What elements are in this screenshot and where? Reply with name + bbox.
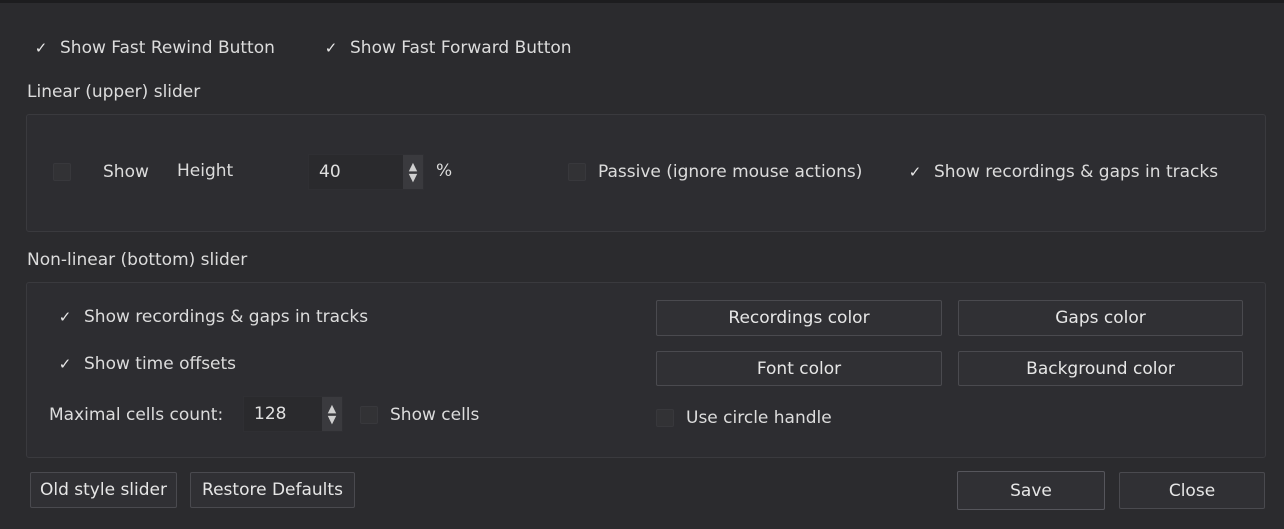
show-time-offsets-label: Show time offsets (84, 354, 237, 374)
restore-defaults-button[interactable]: Restore Defaults (190, 472, 355, 508)
spin-down-icon[interactable]: ▼ (328, 414, 336, 425)
max-cells-label: Maximal cells count: (49, 405, 224, 425)
linear-show-option[interactable]: Show (53, 160, 149, 184)
spin-down-icon[interactable]: ▼ (409, 172, 417, 183)
gaps-color-button[interactable]: Gaps color (958, 300, 1243, 336)
spin-arrows[interactable]: ▲ ▼ (403, 155, 423, 189)
nonlinear-slider-title: Non-linear (bottom) slider (27, 250, 248, 270)
show-cells-label: Show cells (390, 405, 480, 425)
checkbox-unchecked-icon[interactable] (656, 409, 674, 427)
window-top-edge (0, 0, 1284, 3)
save-button[interactable]: Save (957, 471, 1105, 510)
height-value[interactable]: 40 (309, 162, 403, 182)
height-unit: % (436, 161, 453, 181)
linear-slider-title: Linear (upper) slider (27, 82, 201, 102)
show-cells-option[interactable]: Show cells (360, 403, 479, 427)
fast-forward-label: Show Fast Forward Button (350, 38, 572, 58)
linear-show-recordings-label: Show recordings & gaps in tracks (934, 162, 1219, 182)
max-cells-spinbox[interactable]: 128 ▲ ▼ (243, 396, 343, 432)
check-icon[interactable]: ✓ (56, 308, 74, 326)
checkbox-unchecked-icon[interactable] (568, 163, 586, 181)
fast-forward-option[interactable]: ✓ Show Fast Forward Button (322, 36, 572, 60)
old-style-slider-button[interactable]: Old style slider (30, 472, 177, 508)
use-circle-handle-option[interactable]: Use circle handle (656, 406, 832, 430)
check-icon[interactable]: ✓ (32, 39, 50, 57)
linear-show-label: Show (103, 162, 149, 182)
nonlinear-show-recordings-option[interactable]: ✓ Show recordings & gaps in tracks (56, 305, 368, 329)
recordings-color-button[interactable]: Recordings color (656, 300, 942, 336)
background-color-button[interactable]: Background color (958, 351, 1243, 386)
max-cells-value[interactable]: 128 (244, 404, 322, 424)
spin-arrows[interactable]: ▲ ▼ (322, 397, 342, 431)
fast-rewind-label: Show Fast Rewind Button (60, 38, 275, 58)
linear-show-recordings-option[interactable]: ✓ Show recordings & gaps in tracks (906, 160, 1218, 184)
check-icon[interactable]: ✓ (322, 39, 340, 57)
check-icon[interactable]: ✓ (906, 163, 924, 181)
passive-label: Passive (ignore mouse actions) (598, 162, 863, 182)
height-spinbox[interactable]: 40 ▲ ▼ (308, 154, 424, 190)
nonlinear-show-recordings-label: Show recordings & gaps in tracks (84, 307, 369, 327)
show-time-offsets-option[interactable]: ✓ Show time offsets (56, 352, 236, 376)
font-color-button[interactable]: Font color (656, 351, 942, 386)
close-button[interactable]: Close (1119, 472, 1265, 509)
passive-option[interactable]: Passive (ignore mouse actions) (568, 160, 862, 184)
checkbox-unchecked-icon[interactable] (53, 163, 71, 181)
fast-rewind-option[interactable]: ✓ Show Fast Rewind Button (32, 36, 275, 60)
use-circle-handle-label: Use circle handle (686, 408, 832, 428)
checkbox-unchecked-icon[interactable] (360, 406, 378, 424)
height-label: Height (177, 161, 234, 181)
check-icon[interactable]: ✓ (56, 355, 74, 373)
